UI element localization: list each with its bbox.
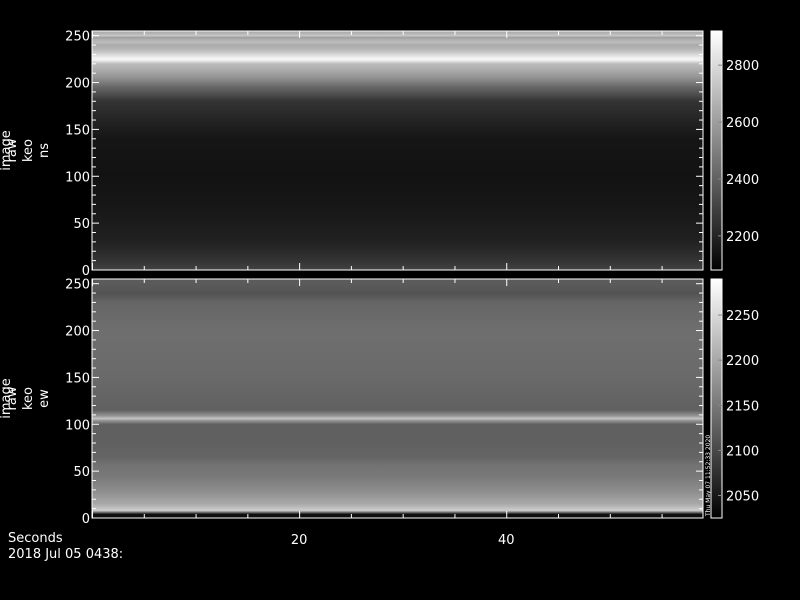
y-tick-label: 100	[65, 170, 90, 185]
x-axis-label: Seconds	[8, 531, 63, 546]
y-tick-label: 200	[65, 77, 90, 92]
y-tick-label: 250	[65, 30, 90, 45]
y-axis-label-line: raw	[5, 138, 20, 162]
keogram-panel-ew: 050100150200250imageraw keo ew205021002150…	[0, 278, 759, 527]
colorbar-tick-label: 2100	[726, 444, 759, 459]
colorbar-tick-label: 2800	[726, 59, 759, 74]
timestamp-label: 2018 Jul 05 0438:	[8, 547, 124, 562]
colorbar-tick-label: 2250	[726, 309, 759, 324]
y-axis-label-line: raw	[5, 386, 20, 410]
colorbar	[710, 30, 723, 271]
colorbar-tick-label: 2050	[726, 489, 759, 504]
y-tick-label: 200	[65, 325, 90, 340]
y-tick-label: 150	[65, 371, 90, 386]
colorbar-tick-label: 2150	[726, 399, 759, 414]
y-axis-label-line: ns	[37, 143, 52, 158]
keogram-image	[92, 279, 703, 518]
y-tick-label: 150	[65, 123, 90, 138]
y-tick-label: 50	[73, 465, 90, 480]
colorbar-tick-label: 2200	[726, 230, 759, 245]
y-axis-label-line: keo	[21, 139, 36, 162]
y-tick-label: 100	[65, 418, 90, 433]
y-tick-label: 50	[73, 217, 90, 232]
colorbar-tick-label: 2200	[726, 354, 759, 369]
x-tick-label: 40	[498, 533, 515, 548]
y-axis-label-line: keo	[21, 387, 36, 410]
keogram-figure: 050100150200250imageraw keo ns220024002600…	[0, 30, 759, 548]
colorbar-tick-label: 2400	[726, 173, 759, 188]
colorbar-tick-label: 2600	[726, 116, 759, 131]
x-tick-label: 20	[291, 533, 308, 548]
y-axis-label-line: ew	[37, 389, 52, 408]
y-tick-label: 0	[82, 512, 90, 527]
keogram-panel-ns: 050100150200250imageraw keo ns220024002600…	[0, 30, 759, 279]
y-tick-label: 250	[65, 278, 90, 293]
keogram-image	[92, 31, 703, 270]
plot-date-caption: Thu May 07 11:52:33 2020	[705, 435, 712, 517]
